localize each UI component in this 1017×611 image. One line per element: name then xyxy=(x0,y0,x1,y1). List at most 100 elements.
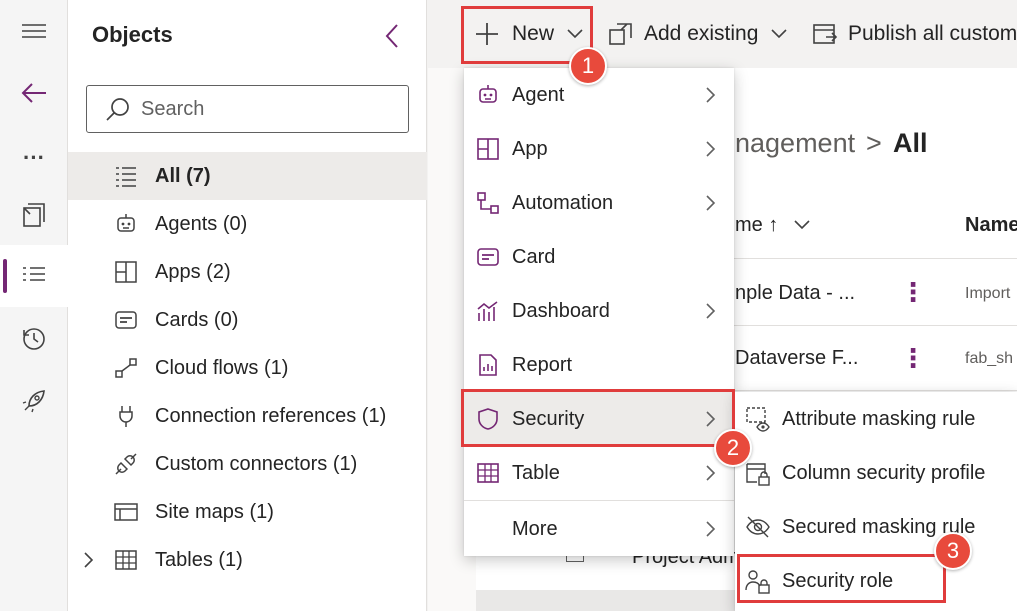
tree-item-count: (7) xyxy=(186,164,211,187)
menu-item-security[interactable]: Security xyxy=(464,392,734,446)
pages-icon[interactable] xyxy=(0,184,68,246)
search-placeholder: Search xyxy=(141,97,205,120)
apps-grid-icon xyxy=(114,260,138,284)
publish-all-button[interactable]: Publish all customi xyxy=(812,0,1017,68)
menu-item-label: More xyxy=(512,517,558,540)
collapse-chevron-icon[interactable] xyxy=(384,22,404,50)
tree-item-count: (0) xyxy=(213,308,239,331)
tree-item-label: Site maps xyxy=(155,500,244,523)
chevron-right-icon xyxy=(704,193,718,213)
menu-item-card[interactable]: Card xyxy=(464,230,734,284)
tree-item-agents[interactable]: Agents (0) xyxy=(68,200,427,248)
submenu-item-security-role[interactable]: Security role xyxy=(735,554,1017,608)
back-arrow-icon[interactable] xyxy=(0,62,68,124)
menu-item-automation[interactable]: Automation xyxy=(464,176,734,230)
tree-item-site-maps[interactable]: Site maps (1) xyxy=(68,488,427,536)
tree-item-label: Apps xyxy=(155,260,201,283)
add-existing-label: Add existing xyxy=(644,22,759,45)
new-button-label: New xyxy=(512,22,555,45)
submenu-item-column-security-profile[interactable]: Column security profile xyxy=(735,446,1017,500)
bot-icon xyxy=(114,212,138,236)
menu-item-label: Report xyxy=(512,353,573,376)
tree-item-count: (1) xyxy=(361,404,387,427)
chevron-down-icon[interactable] xyxy=(793,219,811,231)
menu-item-report[interactable]: Report xyxy=(464,338,734,392)
tree-item-count: (1) xyxy=(218,548,243,571)
plus-icon xyxy=(476,23,498,45)
expand-chevron-icon[interactable] xyxy=(82,550,98,570)
submenu-item-label: Column security profile xyxy=(782,461,986,484)
publish-icon xyxy=(813,24,838,44)
callout-badge-1: 1 xyxy=(569,47,607,85)
breadcrumb-current: All xyxy=(893,128,928,158)
tree-item-cloud-flows[interactable]: Cloud flows (1) xyxy=(68,344,427,392)
menu-item-label: App xyxy=(512,137,548,160)
table-cell-name: Import xyxy=(965,285,1011,302)
card-icon xyxy=(476,245,500,269)
table-icon xyxy=(114,548,138,572)
history-icon[interactable] xyxy=(0,308,68,370)
card-icon xyxy=(114,308,138,332)
publish-all-label: Publish all customi xyxy=(848,22,1017,45)
menu-item-label: Security xyxy=(512,407,585,430)
table-icon xyxy=(476,461,500,485)
flow-icon xyxy=(114,356,138,380)
column-header-display-name[interactable]: me ↑ xyxy=(735,214,778,237)
menu-item-label: Automation xyxy=(512,191,614,214)
column-lock-icon xyxy=(745,460,771,486)
tree-item-label: Connection references xyxy=(155,404,357,427)
attribute-mask-icon xyxy=(745,406,771,432)
tree-item-custom-connectors[interactable]: Custom connectors (1) xyxy=(68,440,427,488)
tree-item-connection-references[interactable]: Connection references (1) xyxy=(68,392,427,440)
callout-badge-3: 3 xyxy=(934,532,972,570)
breadcrumb-separator: > xyxy=(866,128,882,158)
submenu-item-attribute-masking-rule[interactable]: Attribute masking rule xyxy=(735,392,1017,446)
people-lock-icon xyxy=(745,568,771,594)
callout-badge-2: 2 xyxy=(714,429,752,467)
bot-icon xyxy=(476,83,500,107)
more-options-icon[interactable]: ··· xyxy=(0,128,68,188)
tree-item-label: Cards xyxy=(155,308,209,331)
new-button[interactable]: New xyxy=(474,0,584,68)
submenu-item-label: Security role xyxy=(782,569,894,592)
menu-item-label: Table xyxy=(512,461,560,484)
rocket-icon[interactable] xyxy=(0,370,68,432)
objects-list-icon[interactable] xyxy=(0,245,68,307)
tree-item-label: All xyxy=(155,164,181,187)
plug-icon xyxy=(114,404,138,428)
tree-item-count: (1) xyxy=(249,500,274,523)
left-rail: ··· xyxy=(0,0,68,611)
objects-panel: Objects Search All (7) Agents (0) Apps (… xyxy=(68,0,427,611)
search-input[interactable]: Search xyxy=(86,85,409,133)
new-dropdown-menu: Agent App Automation Card Dashboard Repo… xyxy=(464,68,734,556)
column-header-name[interactable]: Name xyxy=(965,214,1017,237)
eye-off-icon xyxy=(745,514,771,540)
tree-item-apps[interactable]: Apps (2) xyxy=(68,248,427,296)
row-more-icon[interactable]: ⋮ xyxy=(900,344,926,372)
table-cell-display[interactable]: nple Data - ... xyxy=(735,282,855,305)
tree-item-cards[interactable]: Cards (0) xyxy=(68,296,427,344)
report-icon xyxy=(476,353,500,377)
chevron-right-icon xyxy=(704,409,718,429)
table-cell-display[interactable]: Dataverse F... xyxy=(735,347,858,370)
menu-item-label: Dashboard xyxy=(512,299,610,322)
submenu-item-secured-masking-rule[interactable]: Secured masking rule xyxy=(735,500,1017,554)
search-icon xyxy=(106,98,129,121)
hamburger-menu-icon[interactable] xyxy=(0,0,68,62)
menu-item-table[interactable]: Table xyxy=(464,446,734,500)
chevron-right-icon xyxy=(704,519,718,539)
add-existing-button[interactable]: Add existing xyxy=(608,0,788,68)
tree-item-all[interactable]: All (7) xyxy=(68,152,427,200)
security-submenu: Attribute masking rule Column security p… xyxy=(735,392,1017,611)
menu-item-more[interactable]: More xyxy=(464,502,734,556)
breadcrumb-parent[interactable]: nagement xyxy=(735,128,855,159)
tree-item-tables[interactable]: Tables (1) xyxy=(68,536,427,584)
menu-item-app[interactable]: App xyxy=(464,122,734,176)
menu-item-dashboard[interactable]: Dashboard xyxy=(464,284,734,338)
row-more-icon[interactable]: ⋮ xyxy=(900,278,926,306)
shield-icon xyxy=(476,407,500,431)
objects-title: Objects xyxy=(92,22,173,47)
tree-item-count: (1) xyxy=(263,356,289,379)
chevron-down-icon xyxy=(771,29,787,39)
list-icon xyxy=(114,164,138,188)
